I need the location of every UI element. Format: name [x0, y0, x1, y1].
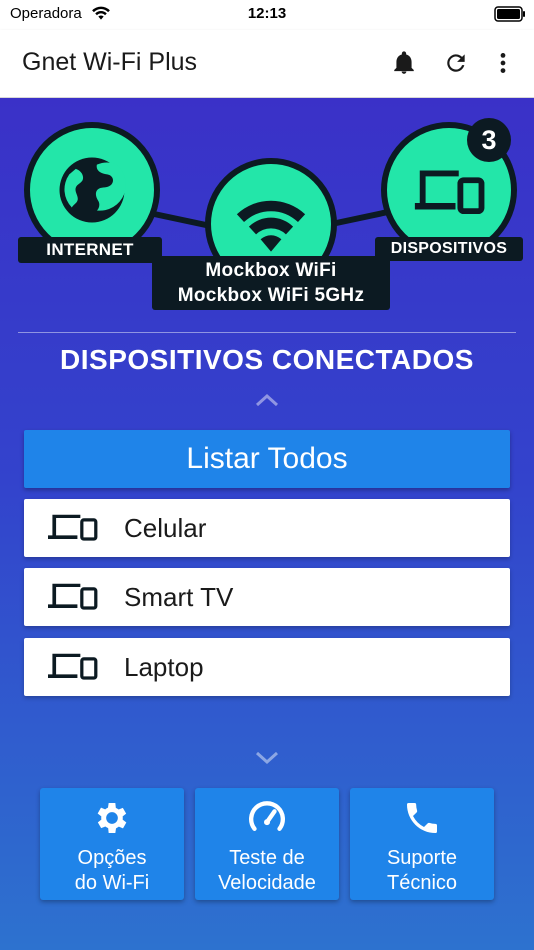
device-count-badge: 3: [467, 118, 511, 162]
wifi-network-name: Mockbox WiFi: [205, 260, 337, 281]
tech-support-button[interactable]: Suporte Técnico: [350, 788, 494, 900]
refresh-icon: [447, 54, 465, 72]
connected-devices-title: DISPOSITIVOS CONECTADOS: [60, 344, 474, 375]
main-content: 3 INTERNET DISPOSITIVOS Mockbox WiFi Moc…: [0, 98, 534, 950]
wifi-network-label: Mockbox WiFi Mockbox WiFi 5GHz: [152, 256, 390, 310]
speed-test-label-line2: Velocidade: [218, 872, 316, 894]
app-bar: Gnet Wi-Fi Plus: [0, 30, 534, 98]
wifi-options-label-line2: do Wi-Fi: [74, 872, 150, 894]
devices-icon: [414, 170, 485, 215]
device-label: Celular: [124, 513, 207, 543]
device-row-celular[interactable]: Celular: [24, 499, 510, 557]
more-vert-icon: [500, 53, 506, 73]
status-time: 12:13: [247, 5, 287, 22]
speedometer-icon: [249, 801, 285, 831]
gear-icon: [97, 803, 127, 833]
device-row-smart-tv[interactable]: Smart TV: [24, 568, 510, 626]
speed-test-button[interactable]: Teste de Velocidade: [195, 788, 339, 900]
refresh-button[interactable]: [441, 48, 471, 78]
devices-icon: [48, 583, 98, 610]
speed-test-label-line1: Teste de: [229, 847, 305, 869]
internet-label: INTERNET: [18, 237, 162, 263]
phone-icon: [407, 803, 437, 833]
bell-icon: [394, 51, 414, 74]
chevron-up-icon: [255, 393, 279, 407]
more-options-button[interactable]: [488, 48, 518, 78]
network-topology: 3 INTERNET DISPOSITIVOS Mockbox WiFi Moc…: [0, 98, 534, 323]
device-label: Laptop: [124, 652, 204, 682]
globe-icon: [59, 157, 126, 223]
scroll-up-button[interactable]: [252, 390, 282, 410]
wifi-options-label-line1: Opções: [77, 847, 147, 869]
chevron-down-icon: [255, 751, 279, 765]
battery-icon: [494, 6, 525, 22]
app-title: Gnet Wi-Fi Plus: [22, 48, 198, 76]
wifi-options-label: Opções do Wi-Fi: [40, 846, 184, 896]
device-row-laptop[interactable]: Laptop: [24, 638, 510, 696]
devices-label: DISPOSITIVOS: [375, 237, 523, 261]
scroll-down-button[interactable]: [252, 748, 282, 768]
wifi-options-button[interactable]: Opções do Wi-Fi: [40, 788, 184, 900]
section-divider: [18, 332, 516, 333]
list-all-button[interactable]: Listar Todos: [24, 430, 510, 488]
devices-icon: [48, 514, 98, 541]
status-bar: Operadora 12:13: [0, 0, 534, 30]
devices-icon: [48, 653, 98, 680]
wifi-icon: [236, 200, 306, 252]
tech-support-label: Suporte Técnico: [350, 846, 494, 896]
speed-test-label: Teste de Velocidade: [195, 846, 339, 896]
notifications-button[interactable]: [389, 48, 419, 78]
wifi-network-name-5ghz: Mockbox WiFi 5GHz: [177, 285, 365, 306]
tech-support-label-line2: Técnico: [386, 872, 458, 894]
device-label: Smart TV: [124, 582, 234, 612]
tech-support-label-line1: Suporte: [386, 847, 458, 869]
